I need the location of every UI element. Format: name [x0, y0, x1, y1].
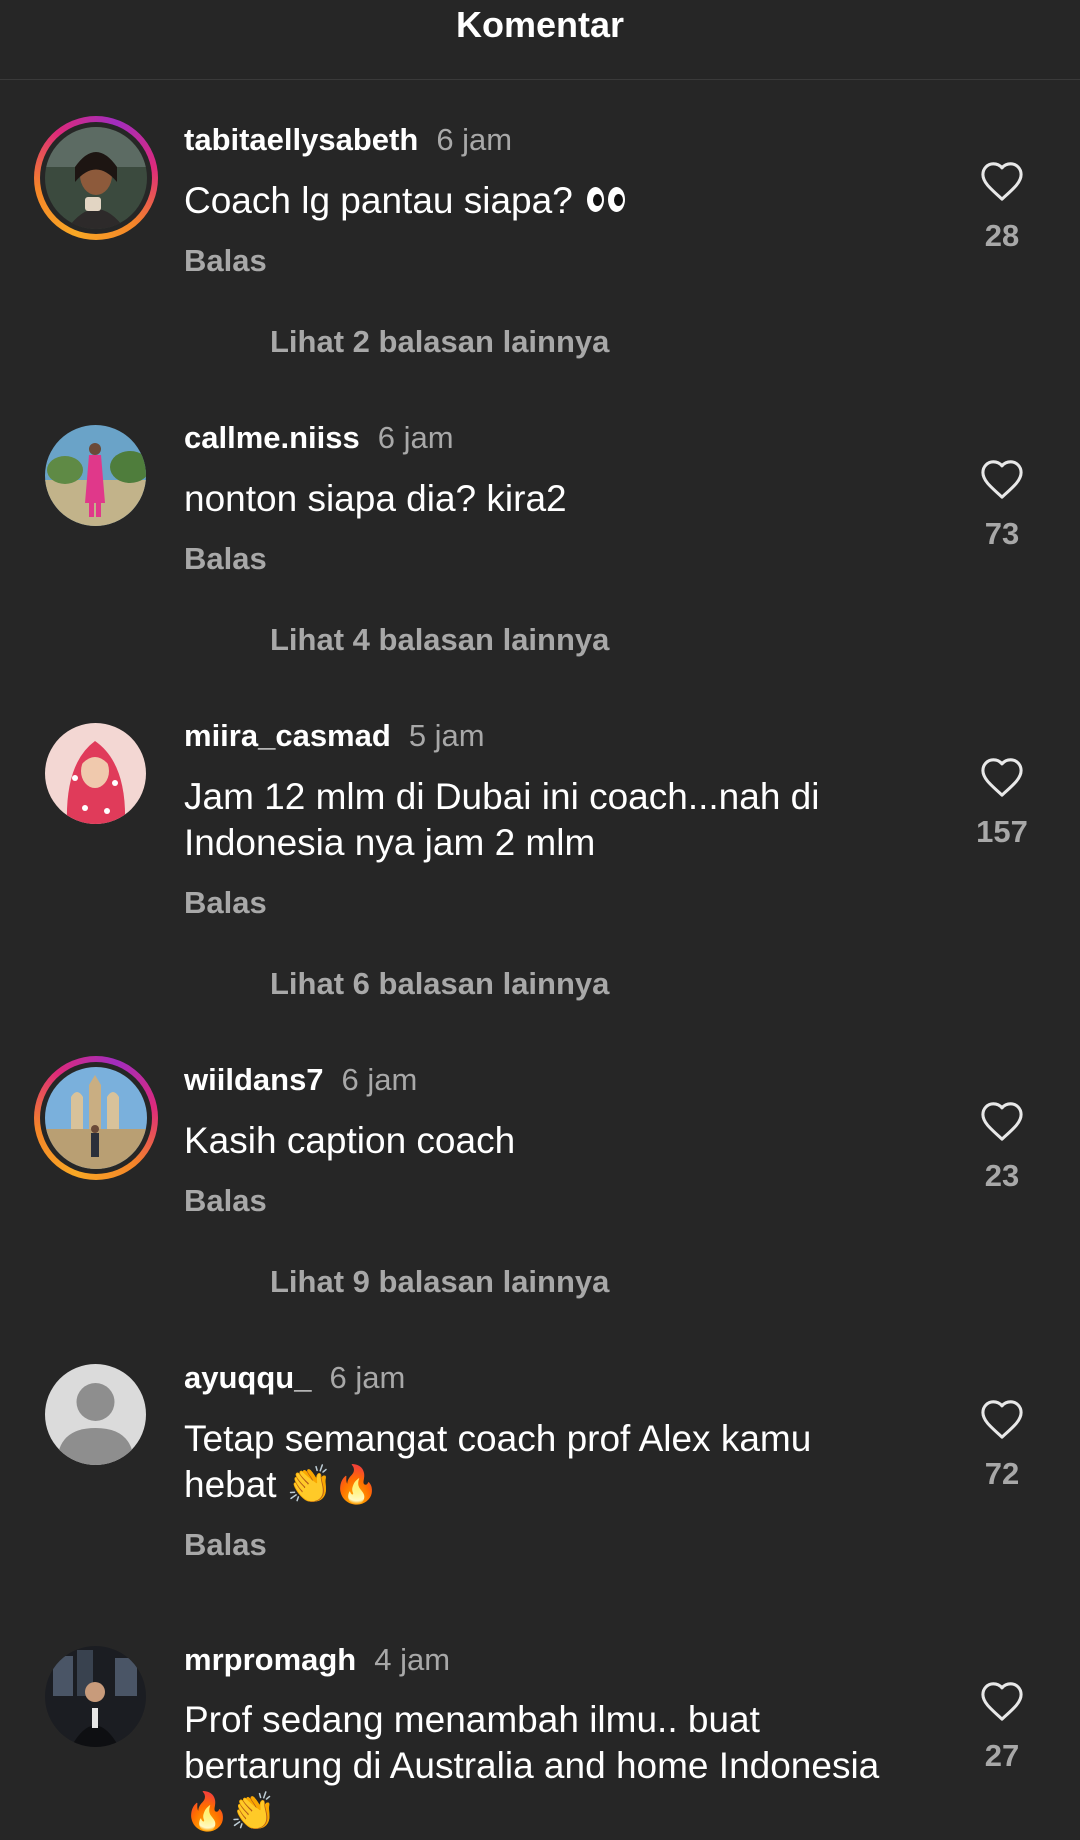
comment-time: 5 jam	[408, 718, 485, 753]
avatar[interactable]	[45, 723, 146, 824]
reply-button[interactable]: Balas	[184, 1181, 267, 1221]
comment-username[interactable]: ayuqqu_	[184, 1360, 311, 1395]
view-more-replies-button[interactable]: Lihat 6 balasan lainnya	[270, 964, 609, 1004]
view-more-replies-button[interactable]: Lihat 4 balasan lainnya	[270, 620, 609, 660]
comment-username[interactable]: callme.niiss	[184, 420, 360, 455]
comment-username[interactable]: mrpromagh	[184, 1642, 356, 1677]
comment-text: Prof sedang menambah ilmu.. buat bertaru…	[184, 1699, 880, 1833]
default-avatar-icon	[45, 1364, 146, 1465]
avatar[interactable]	[34, 1056, 158, 1180]
comment-time: 6 jam	[377, 420, 454, 455]
comment-text: nonton siapa dia? kira2	[184, 478, 567, 519]
like-button[interactable]: 73	[952, 458, 1052, 554]
comment-time: 4 jam	[374, 1642, 451, 1677]
comment-text: Tetap semangat coach prof Alex kamu heba…	[184, 1418, 812, 1506]
comment-text: Kasih caption coach	[184, 1120, 516, 1161]
comment-username[interactable]: miira_casmad	[184, 718, 391, 753]
like-count: 73	[984, 516, 1020, 551]
comment-text: Coach lg pantau siapa?	[184, 178, 884, 224]
like-button[interactable]: 28	[952, 160, 1052, 256]
comment-time: 6 jam	[436, 122, 513, 157]
comment-text: Jam 12 mlm di Dubai ini coach...nah di I…	[184, 776, 820, 863]
page-title: Komentar	[455, 4, 625, 45]
heart-icon[interactable]	[979, 160, 1025, 202]
like-count: 28	[984, 218, 1020, 253]
like-button[interactable]: 157	[952, 756, 1052, 852]
fire-clap-emoji: 🔥👏	[184, 1790, 277, 1833]
comment-time: 6 jam	[341, 1062, 418, 1097]
heart-icon[interactable]	[979, 1398, 1025, 1440]
comment-username[interactable]: tabitaellysabeth	[184, 122, 418, 157]
avatar[interactable]	[45, 1364, 146, 1465]
heart-icon[interactable]	[979, 756, 1025, 798]
like-count: 72	[984, 1456, 1020, 1491]
view-more-replies-button[interactable]: Lihat 2 balasan lainnya	[270, 322, 609, 362]
avatar[interactable]	[45, 425, 146, 526]
reply-button[interactable]: Balas	[184, 539, 267, 579]
heart-icon[interactable]	[979, 1100, 1025, 1142]
like-count: 23	[984, 1158, 1020, 1193]
heart-icon[interactable]	[979, 1680, 1025, 1722]
comment-username[interactable]: wiildans7	[184, 1062, 324, 1097]
avatar[interactable]	[45, 1646, 146, 1747]
comment-time: 6 jam	[329, 1360, 406, 1395]
reply-button[interactable]: Balas	[184, 883, 267, 923]
reply-button[interactable]: Balas	[184, 1525, 267, 1565]
like-count: 27	[984, 1738, 1020, 1773]
comments-header: Komentar	[0, 0, 1080, 80]
like-button[interactable]: 27	[952, 1680, 1052, 1776]
heart-icon[interactable]	[979, 458, 1025, 500]
like-button[interactable]: 72	[952, 1398, 1052, 1494]
like-button[interactable]: 23	[952, 1100, 1052, 1196]
eyes-emoji-icon	[587, 185, 629, 215]
clap-fire-emoji: 👏🔥	[286, 1463, 380, 1506]
view-more-replies-button[interactable]: Lihat 9 balasan lainnya	[270, 1262, 609, 1302]
avatar[interactable]	[34, 116, 158, 240]
reply-button[interactable]: Balas	[184, 241, 267, 281]
like-count: 157	[976, 814, 1028, 849]
